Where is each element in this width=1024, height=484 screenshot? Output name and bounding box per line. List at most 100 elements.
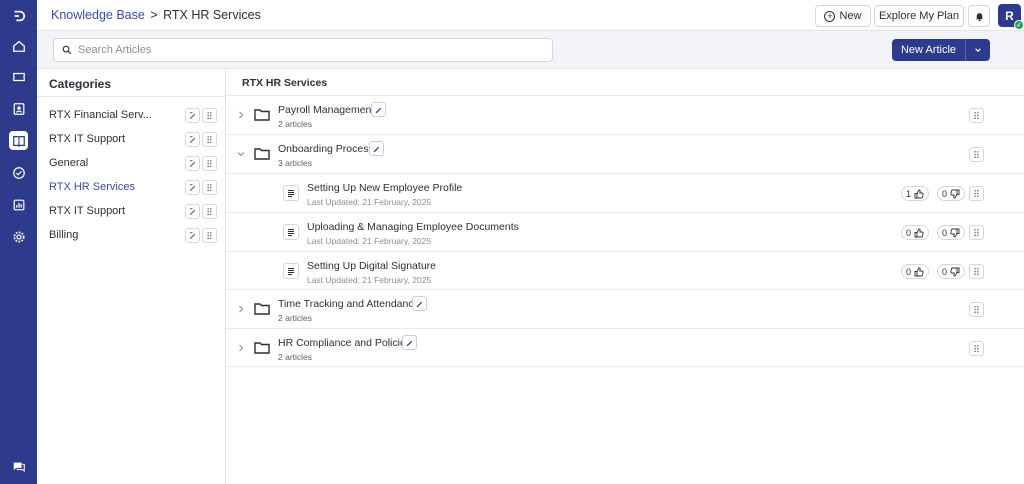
edit-category-button[interactable] [185,227,200,243]
drag-dots-icon [207,231,212,239]
edit-folder-button[interactable] [369,141,384,156]
category-item[interactable]: Billing [37,223,226,247]
breadcrumb-current: RTX HR Services [163,8,261,22]
tasks-icon[interactable] [9,163,28,182]
drag-handle[interactable] [969,264,984,279]
drag-dots-icon [974,267,979,276]
drag-handle[interactable] [969,225,984,240]
article-title[interactable]: Setting Up Digital Signature [307,260,436,272]
ticket-icon[interactable] [9,67,28,86]
settings-gear-icon[interactable] [9,227,28,246]
new-article-button[interactable]: New Article [892,39,966,61]
home-icon[interactable] [9,36,28,55]
drag-dots-icon [974,344,979,353]
dislike-button[interactable]: 0 [937,186,966,201]
category-item[interactable]: RTX IT Support [37,199,226,223]
edit-folder-button[interactable] [402,335,417,350]
new-button-label: New [839,10,862,22]
category-label: RTX Financial Serv... [49,109,152,121]
article-last-updated: Last Updated: 21 February, 2025 [307,197,432,207]
document-icon [283,185,299,201]
breadcrumb-knowledge-base-link[interactable]: Knowledge Base [51,8,145,22]
category-item[interactable]: General [37,151,226,175]
edit-folder-button[interactable] [412,296,427,311]
like-button[interactable]: 1 [901,186,930,201]
article-count: 2 articles [278,313,313,323]
category-item[interactable]: RTX Financial Serv... [37,103,226,127]
plus-circle-icon: + [824,10,836,22]
drag-handle[interactable] [969,108,984,123]
pencil-icon [373,146,380,153]
article-row[interactable]: Setting Up Digital Signature Last Update… [226,251,1024,289]
chevron-right-icon[interactable] [236,343,246,353]
section-title: RTX HR Services [242,77,328,89]
knowledge-base-icon[interactable] [9,131,28,150]
new-article-dropdown-toggle[interactable] [966,39,990,61]
drag-dots-icon [207,207,212,215]
edit-icon [189,159,196,167]
drag-handle[interactable] [202,227,217,243]
chevron-down-icon [975,48,981,53]
folder-icon [254,148,270,160]
app-logo-icon[interactable] [9,6,28,25]
edit-category-button[interactable] [185,203,200,219]
pencil-icon [406,340,413,347]
article-last-updated: Last Updated: 21 February, 2025 [307,236,432,246]
category-item-active[interactable]: RTX HR Services [37,175,226,199]
pencil-icon [375,107,382,114]
edit-icon [189,231,196,239]
edit-category-button[interactable] [185,131,200,147]
article-count: 3 articles [278,158,313,168]
folder-row[interactable]: HR Compliance and Policies 2 articles [226,328,1024,367]
chevron-right-icon[interactable] [236,110,246,120]
article-row[interactable]: Setting Up New Employee Profile Last Upd… [226,173,1024,212]
category-item[interactable]: RTX IT Support [37,127,226,151]
drag-dots-icon [974,305,979,314]
new-article-split-button: New Article [892,39,990,61]
articles-panel: RTX HR Services Payroll Management 2 art… [226,69,1024,484]
chevron-down-icon[interactable] [236,149,246,159]
drag-handle[interactable] [202,155,217,171]
edit-category-button[interactable] [185,155,200,171]
article-row[interactable]: Uploading & Managing Employee Documents … [226,212,1024,251]
drag-handle[interactable] [202,131,217,147]
like-button[interactable]: 0 [901,225,930,240]
drag-dots-icon [207,111,212,119]
explore-plan-button[interactable]: Explore My Plan [874,5,964,27]
drag-handle[interactable] [202,203,217,219]
edit-folder-button[interactable] [371,102,386,117]
chevron-right-icon[interactable] [236,304,246,314]
dislike-button[interactable]: 0 [937,225,966,240]
edit-category-button[interactable] [185,107,200,123]
breadcrumb-separator: > [150,8,158,22]
contacts-icon[interactable] [9,99,28,118]
notifications-button[interactable] [968,5,990,27]
article-count: 2 articles [278,352,313,362]
drag-handle[interactable] [969,341,984,356]
like-button[interactable]: 0 [901,264,930,279]
article-title[interactable]: Uploading & Managing Employee Documents [307,221,519,233]
drag-handle[interactable] [202,107,217,123]
folder-row[interactable]: Payroll Management 2 articles [226,95,1024,134]
article-title[interactable]: Setting Up New Employee Profile [307,182,462,194]
edit-category-button[interactable] [185,179,200,195]
category-label: RTX HR Services [49,181,135,193]
dislike-count: 0 [942,227,948,238]
search-input[interactable] [78,44,538,56]
folder-row-expanded[interactable]: Onboarding Process 3 articles [226,134,1024,173]
user-avatar[interactable]: R ✓ [998,4,1024,30]
avatar-initial: R [1005,8,1014,23]
drag-handle[interactable] [969,302,984,317]
drag-dots-icon [974,228,979,237]
chat-icon[interactable] [9,457,28,476]
thumbs-up-icon [914,189,924,198]
search-box[interactable] [53,38,553,62]
search-icon [62,45,72,55]
drag-handle[interactable] [202,179,217,195]
drag-handle[interactable] [969,186,984,201]
drag-handle[interactable] [969,147,984,162]
dislike-button[interactable]: 0 [937,264,966,279]
folder-row[interactable]: Time Tracking and Attendance 2 articles [226,289,1024,328]
reports-icon[interactable] [9,195,28,214]
new-button[interactable]: + New [815,5,871,27]
